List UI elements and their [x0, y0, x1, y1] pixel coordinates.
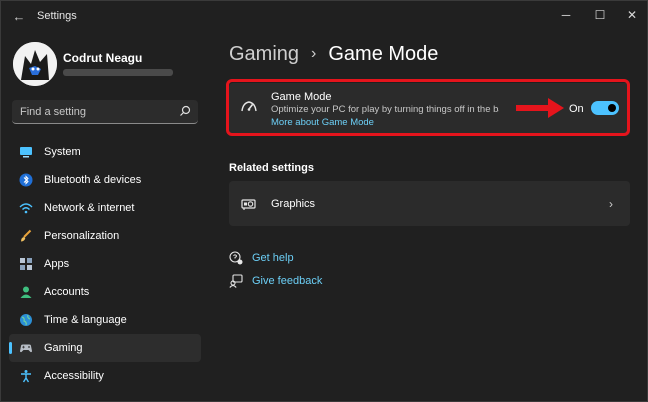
sidebar-item-network[interactable]: Network & internet	[9, 194, 201, 222]
search-icon[interactable]	[179, 105, 191, 117]
globe-icon	[20, 314, 32, 326]
sidebar-nav: System Bluetooth & devices Network & int…	[9, 138, 201, 390]
avatar[interactable]	[13, 42, 57, 86]
back-arrow-icon[interactable]: ←	[9, 7, 29, 27]
graphics-card-icon	[241, 199, 256, 210]
highlight-annotation-box	[226, 79, 630, 136]
related-settings-heading: Related settings	[229, 162, 314, 174]
graphics-label: Graphics	[271, 198, 316, 210]
chevron-right-icon: ›	[609, 197, 613, 211]
search-input[interactable]	[20, 100, 170, 123]
sidebar-item-system[interactable]: System	[9, 138, 201, 166]
search-box[interactable]	[12, 100, 198, 124]
sidebar-item-accessibility[interactable]: Accessibility	[9, 362, 201, 390]
sidebar-item-gaming[interactable]: Gaming	[9, 334, 201, 362]
sidebar-item-label: Network & internet	[44, 202, 135, 214]
sidebar-item-label: Accessibility	[44, 370, 104, 382]
wifi-icon	[19, 203, 33, 214]
avatar-image	[13, 42, 57, 86]
person-icon	[20, 286, 32, 298]
settings-window: ← Settings ─ ☐ ✕ Codrut Neagu System	[0, 0, 648, 402]
active-indicator	[9, 342, 12, 354]
page-title: Game Mode	[328, 43, 439, 65]
sidebar-item-label: Time & language	[44, 314, 127, 326]
breadcrumb-separator: ›	[311, 45, 317, 62]
sidebar-item-label: Apps	[44, 258, 70, 270]
user-email-redacted	[63, 69, 173, 76]
sidebar-item-label: Gaming	[44, 342, 83, 354]
breadcrumb: Gaming › Game Mode	[229, 43, 438, 66]
maximize-icon[interactable]: ☐	[585, 4, 615, 26]
monitor-icon	[20, 147, 32, 158]
title-bar: ← Settings ─ ☐ ✕	[1, 1, 647, 31]
sidebar-item-accounts[interactable]: Accounts	[9, 278, 201, 306]
sidebar-item-time-language[interactable]: Time & language	[9, 306, 201, 334]
sidebar-item-bluetooth[interactable]: Bluetooth & devices	[9, 166, 201, 194]
sidebar-item-apps[interactable]: Apps	[9, 250, 201, 278]
sidebar-item-label: Accounts	[44, 286, 90, 298]
gamepad-icon	[20, 344, 32, 353]
give-feedback-link[interactable]: Give feedback	[252, 275, 322, 287]
user-name: Codrut Neagu	[63, 51, 143, 65]
get-help-icon	[229, 251, 243, 265]
breadcrumb-parent[interactable]: Gaming	[229, 43, 299, 65]
accessibility-icon	[21, 370, 31, 383]
sidebar-item-personalization[interactable]: Personalization	[9, 222, 201, 250]
sidebar-item-label: Personalization	[44, 230, 120, 242]
feedback-icon	[229, 274, 243, 288]
app-title: Settings	[37, 10, 77, 22]
get-help-link[interactable]: Get help	[252, 252, 294, 264]
bluetooth-icon	[19, 173, 33, 187]
sidebar-item-label: System	[44, 146, 81, 158]
close-icon[interactable]: ✕	[617, 4, 647, 26]
apps-icon	[20, 258, 32, 270]
minimize-icon[interactable]: ─	[551, 4, 581, 26]
brush-icon	[21, 229, 32, 242]
sidebar-item-label: Bluetooth & devices	[44, 174, 142, 186]
